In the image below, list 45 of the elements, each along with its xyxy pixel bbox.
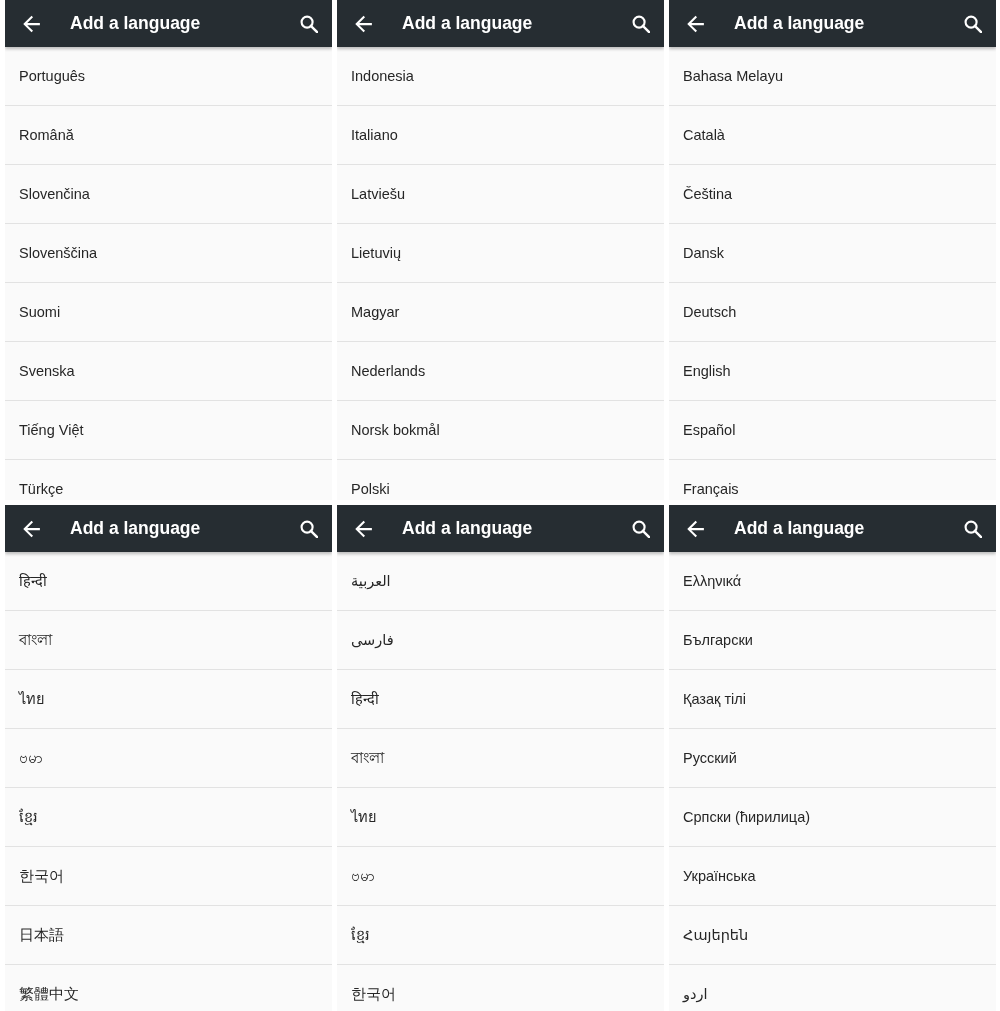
app-bar-title: Add a language <box>734 13 866 34</box>
search-button[interactable] <box>300 519 318 538</box>
language-item[interactable]: Català <box>669 106 996 165</box>
search-icon <box>300 14 318 33</box>
app-bar-title: Add a language <box>402 13 534 34</box>
search-button[interactable] <box>964 14 982 33</box>
language-item[interactable]: Deutsch <box>669 283 996 342</box>
arrow-left-icon <box>23 14 41 33</box>
app-bar-title: Add a language <box>734 518 866 539</box>
back-button[interactable] <box>355 14 373 33</box>
search-icon <box>964 519 982 538</box>
arrow-left-icon <box>687 519 705 538</box>
back-button[interactable] <box>687 519 705 538</box>
search-button[interactable] <box>300 14 318 33</box>
language-item[interactable]: Українська <box>669 847 996 906</box>
search-icon <box>964 14 982 33</box>
arrow-left-icon <box>687 14 705 33</box>
back-button[interactable] <box>23 14 41 33</box>
search-icon <box>632 519 650 538</box>
app-bar-title: Add a language <box>70 13 202 34</box>
search-button[interactable] <box>632 14 650 33</box>
search-icon <box>300 519 318 538</box>
language-item[interactable]: اردو <box>669 965 996 1011</box>
language-item[interactable]: Српски (ћирилица) <box>669 788 996 847</box>
back-button[interactable] <box>355 519 373 538</box>
language-item[interactable]: Ελληνικά <box>669 552 996 611</box>
search-button[interactable] <box>632 519 650 538</box>
back-button[interactable] <box>23 519 41 538</box>
language-item[interactable]: Español <box>669 401 996 460</box>
language-item[interactable]: English <box>669 342 996 401</box>
language-item[interactable]: Dansk <box>669 224 996 283</box>
arrow-left-icon <box>355 14 373 33</box>
search-button[interactable] <box>964 519 982 538</box>
app-bar-title: Add a language <box>70 518 202 539</box>
arrow-left-icon <box>355 519 373 538</box>
arrow-left-icon <box>23 519 41 538</box>
language-item[interactable]: Қазақ тілі <box>669 670 996 729</box>
language-item[interactable]: Русский <box>669 729 996 788</box>
app-bar-title: Add a language <box>402 518 534 539</box>
language-item[interactable]: Čeština <box>669 165 996 224</box>
language-item[interactable]: Հայերեն <box>669 906 996 965</box>
back-button[interactable] <box>687 14 705 33</box>
language-item[interactable]: Български <box>669 611 996 670</box>
search-icon <box>632 14 650 33</box>
language-item[interactable]: Bahasa Melayu <box>669 47 996 106</box>
